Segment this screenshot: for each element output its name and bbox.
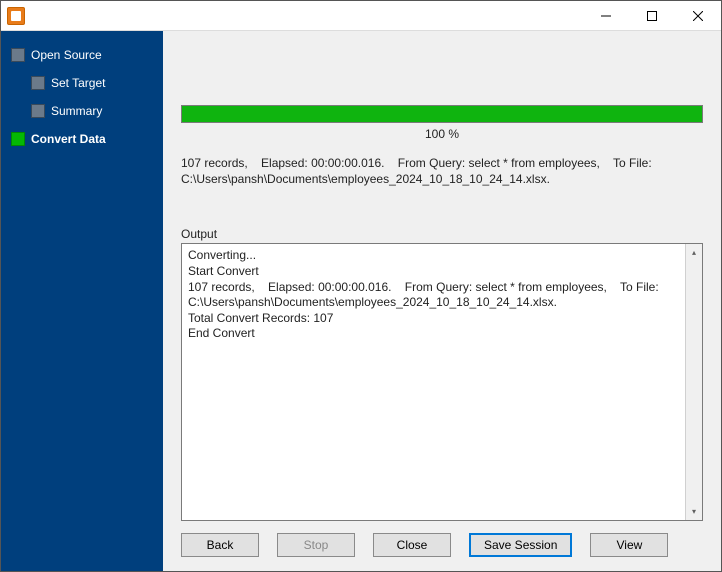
view-button[interactable]: View <box>590 533 668 557</box>
close-button[interactable]: Close <box>373 533 451 557</box>
step-box-icon <box>11 132 25 146</box>
minimize-button[interactable] <box>583 1 629 31</box>
conversion-summary: 107 records, Elapsed: 00:00:00.016. From… <box>181 155 703 187</box>
step-label: Summary <box>51 104 102 118</box>
content-area: 100 % 107 records, Elapsed: 00:00:00.016… <box>163 31 721 571</box>
step-convert-data[interactable]: Convert Data <box>1 125 163 153</box>
step-summary[interactable]: Summary <box>1 97 163 125</box>
step-box-icon <box>31 76 45 90</box>
back-button[interactable]: Back <box>181 533 259 557</box>
step-box-icon <box>11 48 25 62</box>
step-open-source[interactable]: Open Source <box>1 41 163 69</box>
progress-bar <box>181 105 703 123</box>
titlebar <box>1 1 721 31</box>
wizard-sidebar: Open Source Set Target Summary Convert D… <box>1 31 163 571</box>
step-label: Open Source <box>31 48 102 62</box>
save-session-button[interactable]: Save Session <box>469 533 572 557</box>
output-box: Converting... Start Convert 107 records,… <box>181 243 703 521</box>
scroll-down-icon[interactable]: ▾ <box>686 503 702 520</box>
output-log[interactable]: Converting... Start Convert 107 records,… <box>182 244 685 520</box>
step-box-icon <box>31 104 45 118</box>
app-icon <box>7 7 25 25</box>
button-bar: Back Stop Close Save Session View <box>163 521 721 571</box>
scroll-up-icon[interactable]: ▴ <box>686 244 702 261</box>
output-label: Output <box>181 227 703 241</box>
step-label: Convert Data <box>31 132 106 146</box>
progress-percent: 100 % <box>181 127 703 141</box>
maximize-button[interactable] <box>629 1 675 31</box>
stop-button: Stop <box>277 533 355 557</box>
step-label: Set Target <box>51 76 105 90</box>
close-window-button[interactable] <box>675 1 721 31</box>
step-set-target[interactable]: Set Target <box>1 69 163 97</box>
output-scrollbar[interactable]: ▴ ▾ <box>685 244 702 520</box>
